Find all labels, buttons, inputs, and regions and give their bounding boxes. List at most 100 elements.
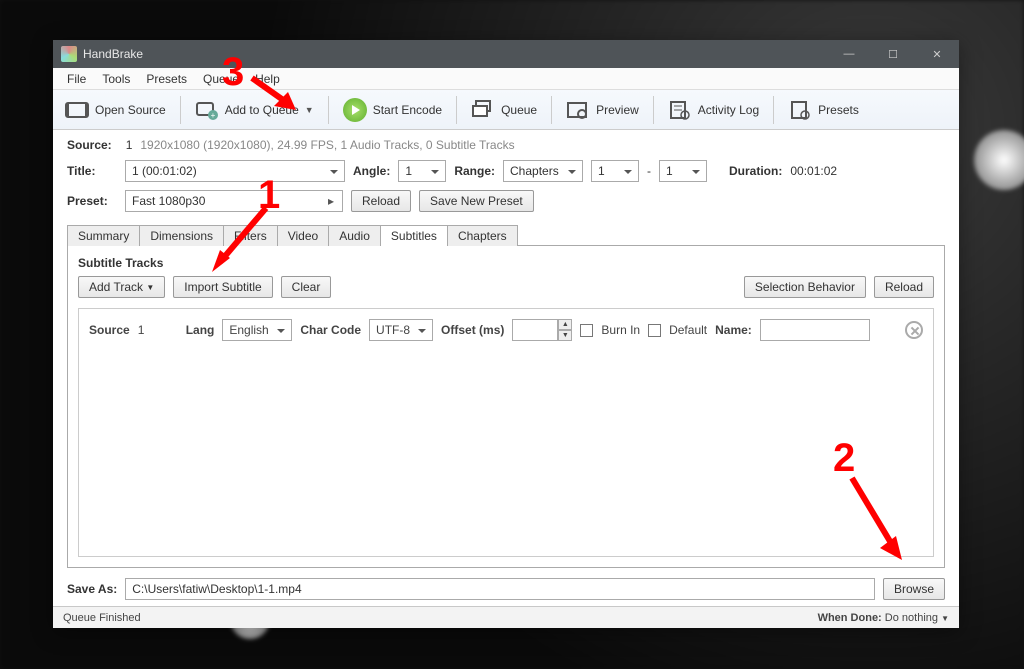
- title-row: Title: 1 (00:01:02) Angle: 1 Range: Chap…: [67, 160, 945, 182]
- default-label: Default: [669, 323, 707, 337]
- queue-icon: [471, 100, 495, 120]
- titlebar: HandBrake ― ☐ ✕: [53, 40, 959, 68]
- add-to-queue-button[interactable]: + Add to Queue ▼: [189, 98, 320, 122]
- queue-button[interactable]: Queue: [465, 98, 543, 122]
- maximize-button[interactable]: ☐: [883, 48, 903, 61]
- log-icon: [668, 100, 692, 120]
- title-select[interactable]: 1 (00:01:02): [125, 160, 345, 182]
- subtitles-reload-button[interactable]: Reload: [874, 276, 934, 298]
- browse-button[interactable]: Browse: [883, 578, 945, 600]
- chevron-down-icon: ▼: [305, 105, 314, 115]
- track-charcode-select[interactable]: UTF-8: [369, 319, 433, 341]
- toolbar: Open Source + Add to Queue ▼ Start Encod…: [53, 90, 959, 130]
- menu-help[interactable]: Help: [247, 70, 288, 88]
- activity-log-button[interactable]: Activity Log: [662, 98, 765, 122]
- title-label: Title:: [67, 164, 117, 178]
- statusbar: Queue Finished When Done: Do nothing ▼: [53, 606, 959, 628]
- burnin-checkbox[interactable]: [580, 324, 593, 337]
- duration-label: Duration:: [729, 164, 782, 178]
- save-new-preset-button[interactable]: Save New Preset: [419, 190, 534, 212]
- selection-behavior-button[interactable]: Selection Behavior: [744, 276, 866, 298]
- source-row: Source: 1 1920x1080 (1920x1080), 24.99 F…: [67, 138, 945, 152]
- tab-audio[interactable]: Audio: [328, 225, 381, 246]
- status-left: Queue Finished: [63, 612, 141, 624]
- range-to-select[interactable]: 1: [659, 160, 707, 182]
- when-done-label: When Done:: [818, 612, 882, 624]
- open-source-button[interactable]: Open Source: [59, 98, 172, 122]
- presets-button[interactable]: Presets: [782, 98, 865, 122]
- burnin-label: Burn In: [601, 323, 640, 337]
- app-window: HandBrake ― ☐ ✕ File Tools Presets Queue…: [53, 40, 959, 628]
- track-lang-label: Lang: [186, 323, 215, 337]
- default-checkbox[interactable]: [648, 324, 661, 337]
- track-charcode-label: Char Code: [300, 323, 361, 337]
- clear-button[interactable]: Clear: [281, 276, 332, 298]
- range-mode-select[interactable]: Chapters: [503, 160, 583, 182]
- minimize-button[interactable]: ―: [839, 48, 859, 61]
- preview-button[interactable]: Preview: [560, 98, 645, 122]
- presets-icon: [788, 100, 812, 120]
- tab-subtitles[interactable]: Subtitles: [380, 225, 448, 246]
- duration-value: 00:01:02: [790, 164, 837, 178]
- tab-video[interactable]: Video: [277, 225, 329, 246]
- menu-presets[interactable]: Presets: [138, 70, 195, 88]
- menu-queue[interactable]: Queue: [195, 70, 247, 88]
- preset-reload-button[interactable]: Reload: [351, 190, 411, 212]
- angle-label: Angle:: [353, 164, 390, 178]
- open-source-label: Open Source: [95, 103, 166, 117]
- track-name-input[interactable]: [760, 319, 870, 341]
- menu-file[interactable]: File: [59, 70, 94, 88]
- remove-track-button[interactable]: [905, 321, 923, 339]
- start-encode-label: Start Encode: [373, 103, 442, 117]
- track-lang-select[interactable]: English: [222, 319, 292, 341]
- track-source-value: 1: [138, 323, 178, 337]
- save-as-input[interactable]: C:\Users\fatiw\Desktop\1-1.mp4: [125, 578, 875, 600]
- content: Source: 1 1920x1080 (1920x1080), 24.99 F…: [53, 130, 959, 606]
- preset-select[interactable]: Fast 1080p30: [125, 190, 343, 212]
- save-as-row: Save As: C:\Users\fatiw\Desktop\1-1.mp4 …: [67, 578, 945, 600]
- tabs: Summary Dimensions Filters Video Audio S…: [67, 224, 945, 246]
- tab-dimensions[interactable]: Dimensions: [139, 225, 224, 246]
- subtitle-tracks-header: Subtitle Tracks: [78, 256, 934, 270]
- preview-icon: [566, 100, 590, 120]
- range-label: Range:: [454, 164, 495, 178]
- menu-tools[interactable]: Tools: [94, 70, 138, 88]
- add-to-queue-label: Add to Queue: [225, 103, 299, 117]
- track-name-label: Name:: [715, 323, 752, 337]
- tracks-list: Source 1 Lang English Char Code UTF-8 Of…: [78, 308, 934, 557]
- track-offset-label: Offset (ms): [441, 323, 504, 337]
- save-as-label: Save As:: [67, 582, 117, 596]
- range-from-select[interactable]: 1: [591, 160, 639, 182]
- source-meta: 1920x1080 (1920x1080), 24.99 FPS, 1 Audi…: [140, 138, 514, 152]
- preset-label: Preset:: [67, 194, 117, 208]
- app-icon: [61, 46, 77, 62]
- range-sep: -: [647, 164, 651, 178]
- activity-log-label: Activity Log: [698, 103, 759, 117]
- svg-text:+: +: [210, 111, 215, 120]
- menubar: File Tools Presets Queue Help: [53, 68, 959, 90]
- angle-select[interactable]: 1: [398, 160, 446, 182]
- queue-label: Queue: [501, 103, 537, 117]
- source-index: 1: [126, 138, 133, 152]
- add-track-button[interactable]: Add Track ▼: [78, 276, 165, 298]
- import-subtitle-button[interactable]: Import Subtitle: [173, 276, 272, 298]
- chevron-down-icon: ▼: [146, 283, 154, 292]
- app-title: HandBrake: [83, 47, 839, 61]
- subtitles-panel: Subtitle Tracks Add Track ▼ Import Subti…: [67, 246, 945, 568]
- track-offset-input[interactable]: ▲▼: [512, 319, 572, 341]
- when-done-select[interactable]: Do nothing ▼: [885, 612, 949, 624]
- presets-label: Presets: [818, 103, 859, 117]
- preset-row: Preset: Fast 1080p30 Reload Save New Pre…: [67, 190, 945, 212]
- tab-filters[interactable]: Filters: [223, 225, 278, 246]
- tab-summary[interactable]: Summary: [67, 225, 140, 246]
- track-source-label: Source: [89, 323, 130, 337]
- add-queue-icon: +: [195, 100, 219, 120]
- play-icon: [343, 98, 367, 122]
- track-row: Source 1 Lang English Char Code UTF-8 Of…: [89, 319, 923, 341]
- start-encode-button[interactable]: Start Encode: [337, 96, 448, 124]
- source-label: Source:: [67, 138, 112, 152]
- tab-chapters[interactable]: Chapters: [447, 225, 518, 246]
- preview-label: Preview: [596, 103, 639, 117]
- film-icon: [65, 100, 89, 120]
- close-button[interactable]: ✕: [927, 48, 947, 61]
